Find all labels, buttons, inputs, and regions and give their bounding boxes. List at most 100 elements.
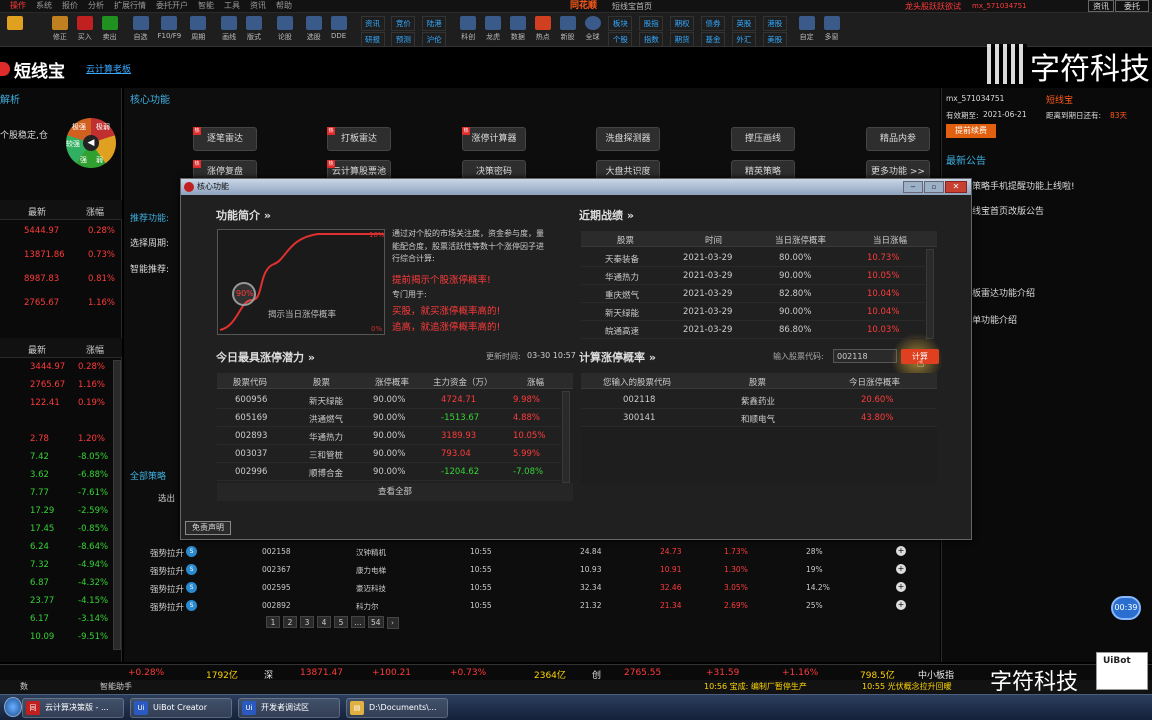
group-btn[interactable]: 竞价 — [391, 16, 416, 31]
group-btn[interactable]: 沪伦 — [422, 32, 447, 47]
disclaimer-button[interactable]: 免责声明 — [185, 521, 231, 535]
record-scrollbar[interactable] — [926, 249, 934, 339]
group-btn[interactable]: 美股 — [762, 32, 787, 47]
toolbar-btn-screener[interactable]: 选股 — [303, 16, 325, 42]
menu-item[interactable]: 扩展行情 — [114, 0, 146, 12]
menu-item[interactable]: 报价 — [62, 0, 78, 12]
page-link[interactable]: 3 — [300, 616, 314, 628]
minimize-button[interactable]: − — [903, 181, 923, 193]
menu-item[interactable]: 工具 — [224, 0, 240, 12]
page-link[interactable]: 1 — [266, 616, 280, 628]
add-icon[interactable]: + — [896, 582, 906, 592]
status-item[interactable]: 数 — [20, 681, 28, 692]
entrust-button[interactable]: 委托 — [1115, 0, 1149, 12]
view-all-button[interactable]: 查看全部 — [217, 483, 573, 501]
page-link[interactable]: 4 — [317, 616, 331, 628]
renew-button[interactable]: 提前续费 — [946, 124, 996, 138]
group-btn[interactable]: 期货 — [670, 32, 695, 47]
group-btn[interactable]: 研报 — [360, 32, 385, 47]
uibot-floating[interactable]: UiBot — [1096, 652, 1148, 690]
group-btn[interactable]: 股指 — [639, 16, 664, 31]
toolbar-btn-forum[interactable]: 论股 — [274, 16, 296, 42]
toolbar-btn-multi[interactable]: 多窗 — [821, 16, 843, 42]
func-button[interactable]: 洗盘探测器 — [596, 127, 660, 151]
notice-item[interactable]: 单功能介绍 — [972, 313, 1017, 326]
toolbar-btn-data[interactable]: 数据 — [507, 16, 529, 42]
timer-bubble[interactable]: 00:39 — [1111, 596, 1141, 620]
folder-icon: ▤ — [350, 701, 364, 715]
taskbar-app-uibot[interactable]: Ui UiBot Creator — [130, 698, 232, 718]
news-ticker[interactable]: 10:55 光伏概念拉升回暖 — [862, 681, 952, 692]
toolbar-btn-custom[interactable]: 自定 — [796, 16, 818, 42]
toolbar-btn-buy[interactable]: 买入 — [74, 16, 96, 42]
news-ticker[interactable]: 10:56 宝成: 编制厂暂停生产 — [704, 681, 807, 692]
notice-item[interactable]: 线宝首页改版公告 — [972, 204, 1044, 217]
toolbar-btn-sell[interactable]: 卖出 — [99, 16, 121, 42]
page-link[interactable]: 2 — [283, 616, 297, 628]
page-link[interactable]: 54 — [368, 616, 384, 628]
group-btn[interactable]: 外汇 — [731, 32, 756, 47]
toolbar-btn-dragon[interactable]: 龙虎 — [482, 16, 504, 42]
toolbar-btn-dde[interactable]: DDE — [328, 16, 350, 40]
page-link[interactable]: ... — [351, 616, 365, 628]
menu-item[interactable]: 帮助 — [276, 0, 292, 12]
func-button[interactable]: 精品内参 — [866, 127, 930, 151]
group-btn[interactable]: 板块 — [608, 16, 633, 31]
menu-item[interactable]: 委托开户 — [156, 0, 188, 12]
taskbar-app-ths[interactable]: 同云计算决策版 - ... — [22, 698, 124, 718]
toolbar-btn-watchlist[interactable]: 自选 — [130, 16, 152, 42]
toolbar-btn-fix[interactable]: 修正 — [49, 16, 71, 42]
group-btn[interactable]: 港股 — [762, 16, 787, 31]
group-btn[interactable]: 资讯 — [360, 16, 385, 31]
menu-item[interactable]: 系统 — [36, 0, 52, 12]
toolbar-btn-global[interactable]: 全球 — [582, 16, 604, 42]
news-button[interactable]: 资讯 — [1088, 0, 1114, 12]
group-btn[interactable]: 预测 — [391, 32, 416, 47]
group-btn[interactable]: 债券 — [701, 16, 725, 31]
group-btn[interactable]: 陆港 — [422, 16, 447, 31]
menu-item[interactable]: 操作 — [10, 0, 26, 12]
group-btn[interactable]: 指数 — [639, 32, 664, 47]
group-btn[interactable]: 英股 — [731, 16, 756, 31]
group-btn[interactable]: 个股 — [608, 32, 633, 47]
func-button[interactable]: 逐笔雷达 — [193, 127, 257, 151]
add-icon[interactable]: + — [896, 600, 906, 610]
menu-item[interactable]: 分析 — [88, 0, 104, 12]
page-link[interactable]: 5 — [334, 616, 348, 628]
taskbar-app-debug[interactable]: Ui 开发者调试区 — [238, 698, 340, 718]
toolbar-btn-draw[interactable]: 画线 — [218, 16, 240, 42]
add-icon[interactable]: + — [896, 564, 906, 574]
toolbar-btn-star[interactable]: 科创 — [457, 16, 479, 42]
toolbar-btn-hot[interactable]: 热点 — [532, 16, 554, 42]
notice-item[interactable]: 策略手机提醒功能上线啦! — [972, 179, 1075, 192]
back-button[interactable] — [4, 16, 26, 30]
toolbar-btn-period[interactable]: 周期 — [187, 16, 209, 42]
status-item[interactable]: 智能助手 — [100, 681, 132, 692]
notice-item[interactable]: 板雷达功能介绍 — [972, 286, 1035, 299]
maximize-button[interactable]: ▫ — [924, 181, 944, 193]
group-btn[interactable]: 期权 — [670, 16, 695, 31]
start-button[interactable] — [4, 697, 22, 717]
close-button[interactable]: ✕ — [945, 181, 967, 193]
potential-scrollbar[interactable] — [562, 391, 570, 483]
toolbar-btn-f10[interactable]: F10/F9 — [154, 16, 184, 40]
menu-item[interactable]: 智能 — [198, 0, 214, 12]
left-scrollbar[interactable] — [113, 360, 121, 650]
record-stock: 新天绿能 — [605, 309, 640, 319]
all-strategy-label[interactable]: 全部策略 — [130, 469, 166, 482]
func-button[interactable]: 涨停计算器 — [462, 127, 526, 151]
toolbar-btn-ipo[interactable]: 新股 — [557, 16, 579, 42]
func-button[interactable]: 打板雷达 — [327, 127, 391, 151]
stock-code-input[interactable] — [833, 349, 897, 363]
func-button[interactable]: 撑压画线 — [731, 127, 795, 151]
menu-item[interactable]: 资讯 — [250, 0, 266, 12]
hot-badge-icon: 热 — [327, 160, 335, 168]
group-btn[interactable]: 基金 — [701, 32, 725, 47]
topright-title[interactable]: 龙头股跃跃欲试 — [905, 1, 961, 12]
next-page-icon[interactable]: › — [386, 617, 399, 629]
ticker-item: +31.59 — [706, 668, 740, 678]
taskbar-app-explorer[interactable]: ▤ D:\Documents\... — [346, 698, 448, 718]
toolbar-btn-layout[interactable]: 版式 — [243, 16, 265, 42]
add-icon[interactable]: + — [896, 546, 906, 556]
cloud-link[interactable]: 云计算老板 — [86, 62, 131, 75]
